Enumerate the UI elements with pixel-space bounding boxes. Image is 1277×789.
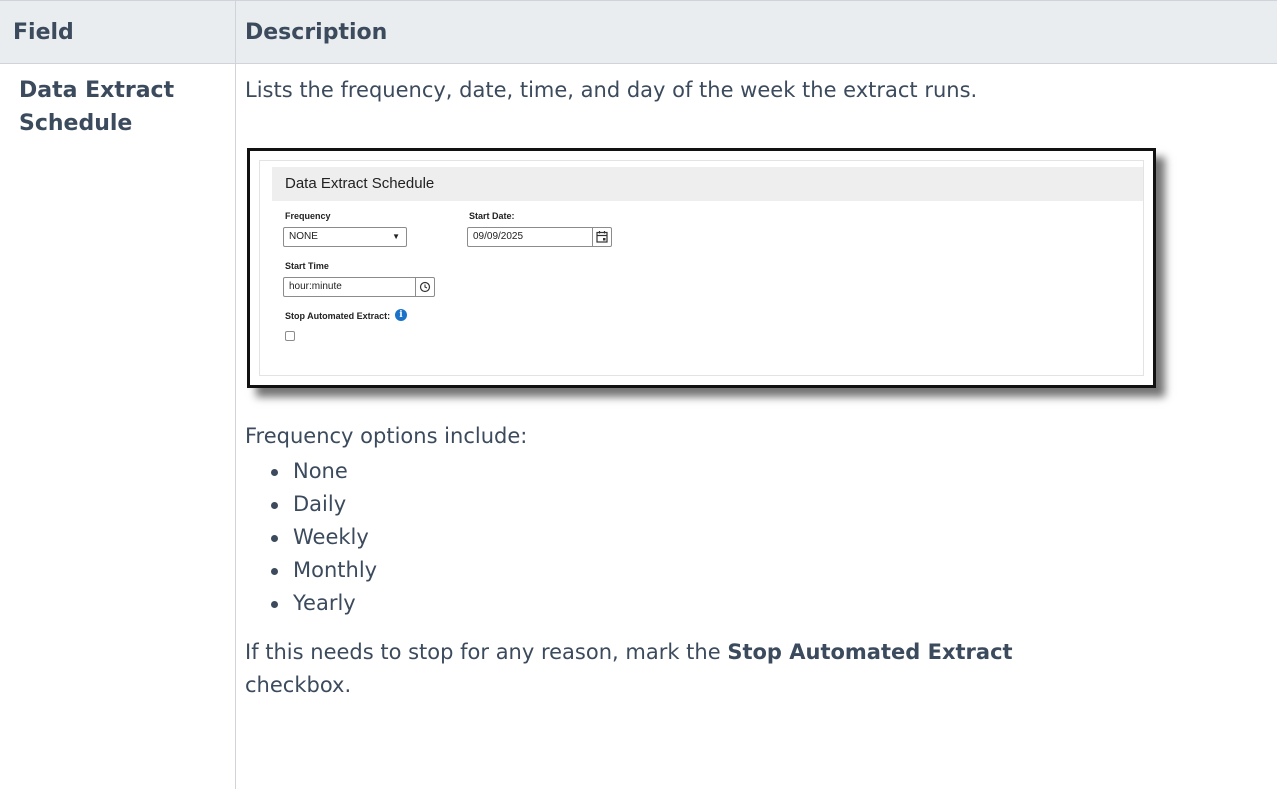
stop-automated-extract-label: Stop Automated Extract: — [285, 311, 391, 321]
start-date-value: 09/09/2025 — [473, 231, 524, 242]
description-cell: Lists the frequency, date, time, and day… — [235, 63, 1277, 789]
calendar-icon[interactable] — [592, 228, 611, 246]
list-item: Weekly — [271, 521, 1275, 554]
chevron-down-icon: ▼ — [392, 232, 400, 241]
screenshot-title: Data Extract Schedule — [285, 175, 435, 192]
frequency-section: Frequency options include: None Daily We… — [245, 420, 1275, 702]
start-time-input[interactable]: hour:minute — [283, 277, 435, 297]
frequency-select[interactable]: NONE ▼ — [283, 227, 407, 247]
field-name-line-2: Schedule — [19, 111, 133, 136]
closing-text-bold: Stop Automated Extract — [727, 640, 1013, 664]
screenshot-title-bar: Data Extract Schedule — [272, 167, 1143, 201]
frequency-select-value: NONE — [289, 231, 318, 242]
frequency-options-list: None Daily Weekly Monthly Yearly — [245, 455, 1275, 620]
bullet-icon — [271, 469, 278, 476]
list-item: Daily — [271, 488, 1275, 521]
header-field: Field — [0, 0, 236, 64]
closing-text-after: checkbox. — [245, 673, 352, 697]
start-date-label: Start Date: — [469, 211, 515, 221]
list-item: None — [271, 455, 1275, 488]
start-time-label: Start Time — [285, 261, 329, 271]
start-time-placeholder: hour:minute — [289, 281, 342, 292]
bullet-icon — [271, 568, 278, 575]
table-row: Data Extract Schedule Lists the frequenc… — [0, 63, 1277, 789]
list-item: Yearly — [271, 587, 1275, 620]
closing-text-before: If this needs to stop for any reason, ma… — [245, 640, 728, 664]
list-item-text: Daily — [293, 492, 347, 516]
table-header-row: Field Description — [0, 0, 1277, 64]
field-name-cell: Data Extract Schedule — [0, 64, 236, 789]
header-description: Description — [235, 0, 1277, 64]
bullet-icon — [271, 535, 278, 542]
list-item-text: Weekly — [293, 525, 369, 549]
list-item-text: Monthly — [293, 558, 378, 582]
description-intro: Lists the frequency, date, time, and day… — [245, 78, 978, 102]
start-date-input[interactable]: 09/09/2025 — [467, 227, 612, 247]
clock-icon[interactable] — [415, 278, 434, 296]
screenshot-panel: Data Extract Schedule Frequency NONE ▼ S… — [259, 160, 1144, 376]
info-icon[interactable]: i — [395, 309, 407, 321]
frequency-options-intro: Frequency options include: — [245, 424, 528, 448]
field-name-line-1: Data Extract — [19, 78, 175, 103]
list-item-text: Yearly — [293, 591, 356, 615]
list-item-text: None — [293, 459, 348, 483]
bullet-icon — [271, 601, 278, 608]
bullet-icon — [271, 502, 278, 509]
schedule-screenshot: Data Extract Schedule Frequency NONE ▼ S… — [247, 148, 1156, 388]
closing-paragraph: If this needs to stop for any reason, ma… — [245, 636, 1275, 702]
field-description-table: Field Description Data Extract Schedule … — [0, 0, 1277, 789]
list-item: Monthly — [271, 554, 1275, 587]
stop-automated-extract-checkbox[interactable] — [285, 331, 295, 341]
frequency-label: Frequency — [285, 211, 331, 221]
